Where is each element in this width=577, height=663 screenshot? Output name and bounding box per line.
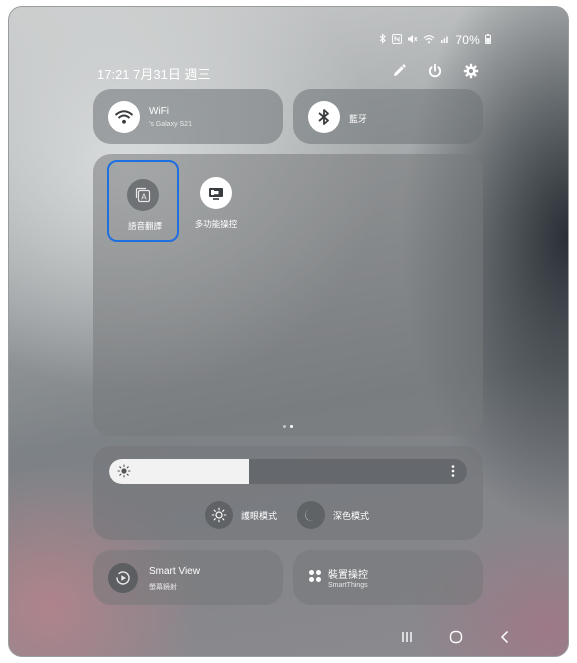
device-control-title: 裝置操控	[328, 570, 368, 581]
dark-mode-label: 深色模式	[333, 510, 370, 521]
smart-view-title: Smart View	[149, 566, 200, 577]
eye-comfort-label: 護眼模式	[241, 510, 278, 521]
nfc-icon	[392, 33, 403, 47]
bluetooth-title: 藍牙	[349, 114, 368, 124]
brightness-sun-icon	[116, 463, 132, 479]
page-dot[interactable]	[283, 425, 286, 428]
smart-view-subtitle: 螢幕鏡射	[149, 584, 177, 591]
bluetooth-status-icon	[379, 33, 387, 47]
wifi-network-name: 's Galaxy S21	[149, 121, 192, 128]
moon-icon	[297, 501, 325, 529]
eye-comfort-button[interactable]: 護眼模式	[205, 501, 277, 529]
battery-icon	[485, 33, 491, 47]
mute-icon	[407, 34, 418, 47]
wifi-icon	[108, 101, 140, 133]
smartthings-icon	[307, 568, 323, 584]
date-time: 17:21 7月31日 週三	[97, 67, 211, 82]
quick-tile-label: 多功能操控	[194, 219, 238, 229]
power-icon[interactable]	[424, 60, 446, 82]
smart-view-icon	[108, 563, 138, 593]
navigation-bar	[396, 627, 521, 647]
status-bar: 70%	[379, 33, 491, 47]
page-dot-active[interactable]	[290, 425, 293, 428]
back-icon[interactable]	[494, 627, 516, 647]
wifi-status-icon	[423, 34, 435, 47]
more-options-icon[interactable]	[448, 463, 458, 479]
device-control-tile[interactable]: 裝置操控 SmartThings	[293, 550, 483, 605]
smart-view-tile[interactable]: Smart View 螢幕鏡射	[93, 550, 283, 605]
header-actions	[388, 60, 482, 82]
quick-tile-label: 語音翻譯	[127, 221, 162, 231]
page-indicator	[283, 425, 293, 428]
multi-control-icon	[200, 177, 232, 209]
brightness-slider[interactable]	[109, 459, 467, 484]
settings-icon[interactable]	[460, 60, 482, 82]
translate-icon: A	[127, 179, 159, 211]
wifi-title: WiFi	[149, 106, 169, 117]
battery-percentage: 70%	[455, 33, 480, 47]
bluetooth-tile[interactable]: 藍牙	[293, 89, 483, 144]
svg-text:A: A	[141, 192, 147, 201]
home-icon[interactable]	[445, 627, 467, 647]
bluetooth-icon	[308, 101, 340, 133]
quick-tile-voice-translate[interactable]: A 語音翻譯	[107, 160, 179, 242]
recent-apps-icon[interactable]	[396, 627, 418, 647]
eye-comfort-icon	[205, 501, 233, 529]
dark-mode-button[interactable]: 深色模式	[297, 501, 369, 529]
signal-icon	[440, 34, 450, 47]
quick-tile-multi-control[interactable]: 多功能操控	[180, 160, 252, 240]
device-control-subtitle: SmartThings	[328, 582, 368, 589]
edit-icon[interactable]	[388, 60, 410, 82]
wifi-tile[interactable]: WiFi 's Galaxy S21	[93, 89, 283, 144]
